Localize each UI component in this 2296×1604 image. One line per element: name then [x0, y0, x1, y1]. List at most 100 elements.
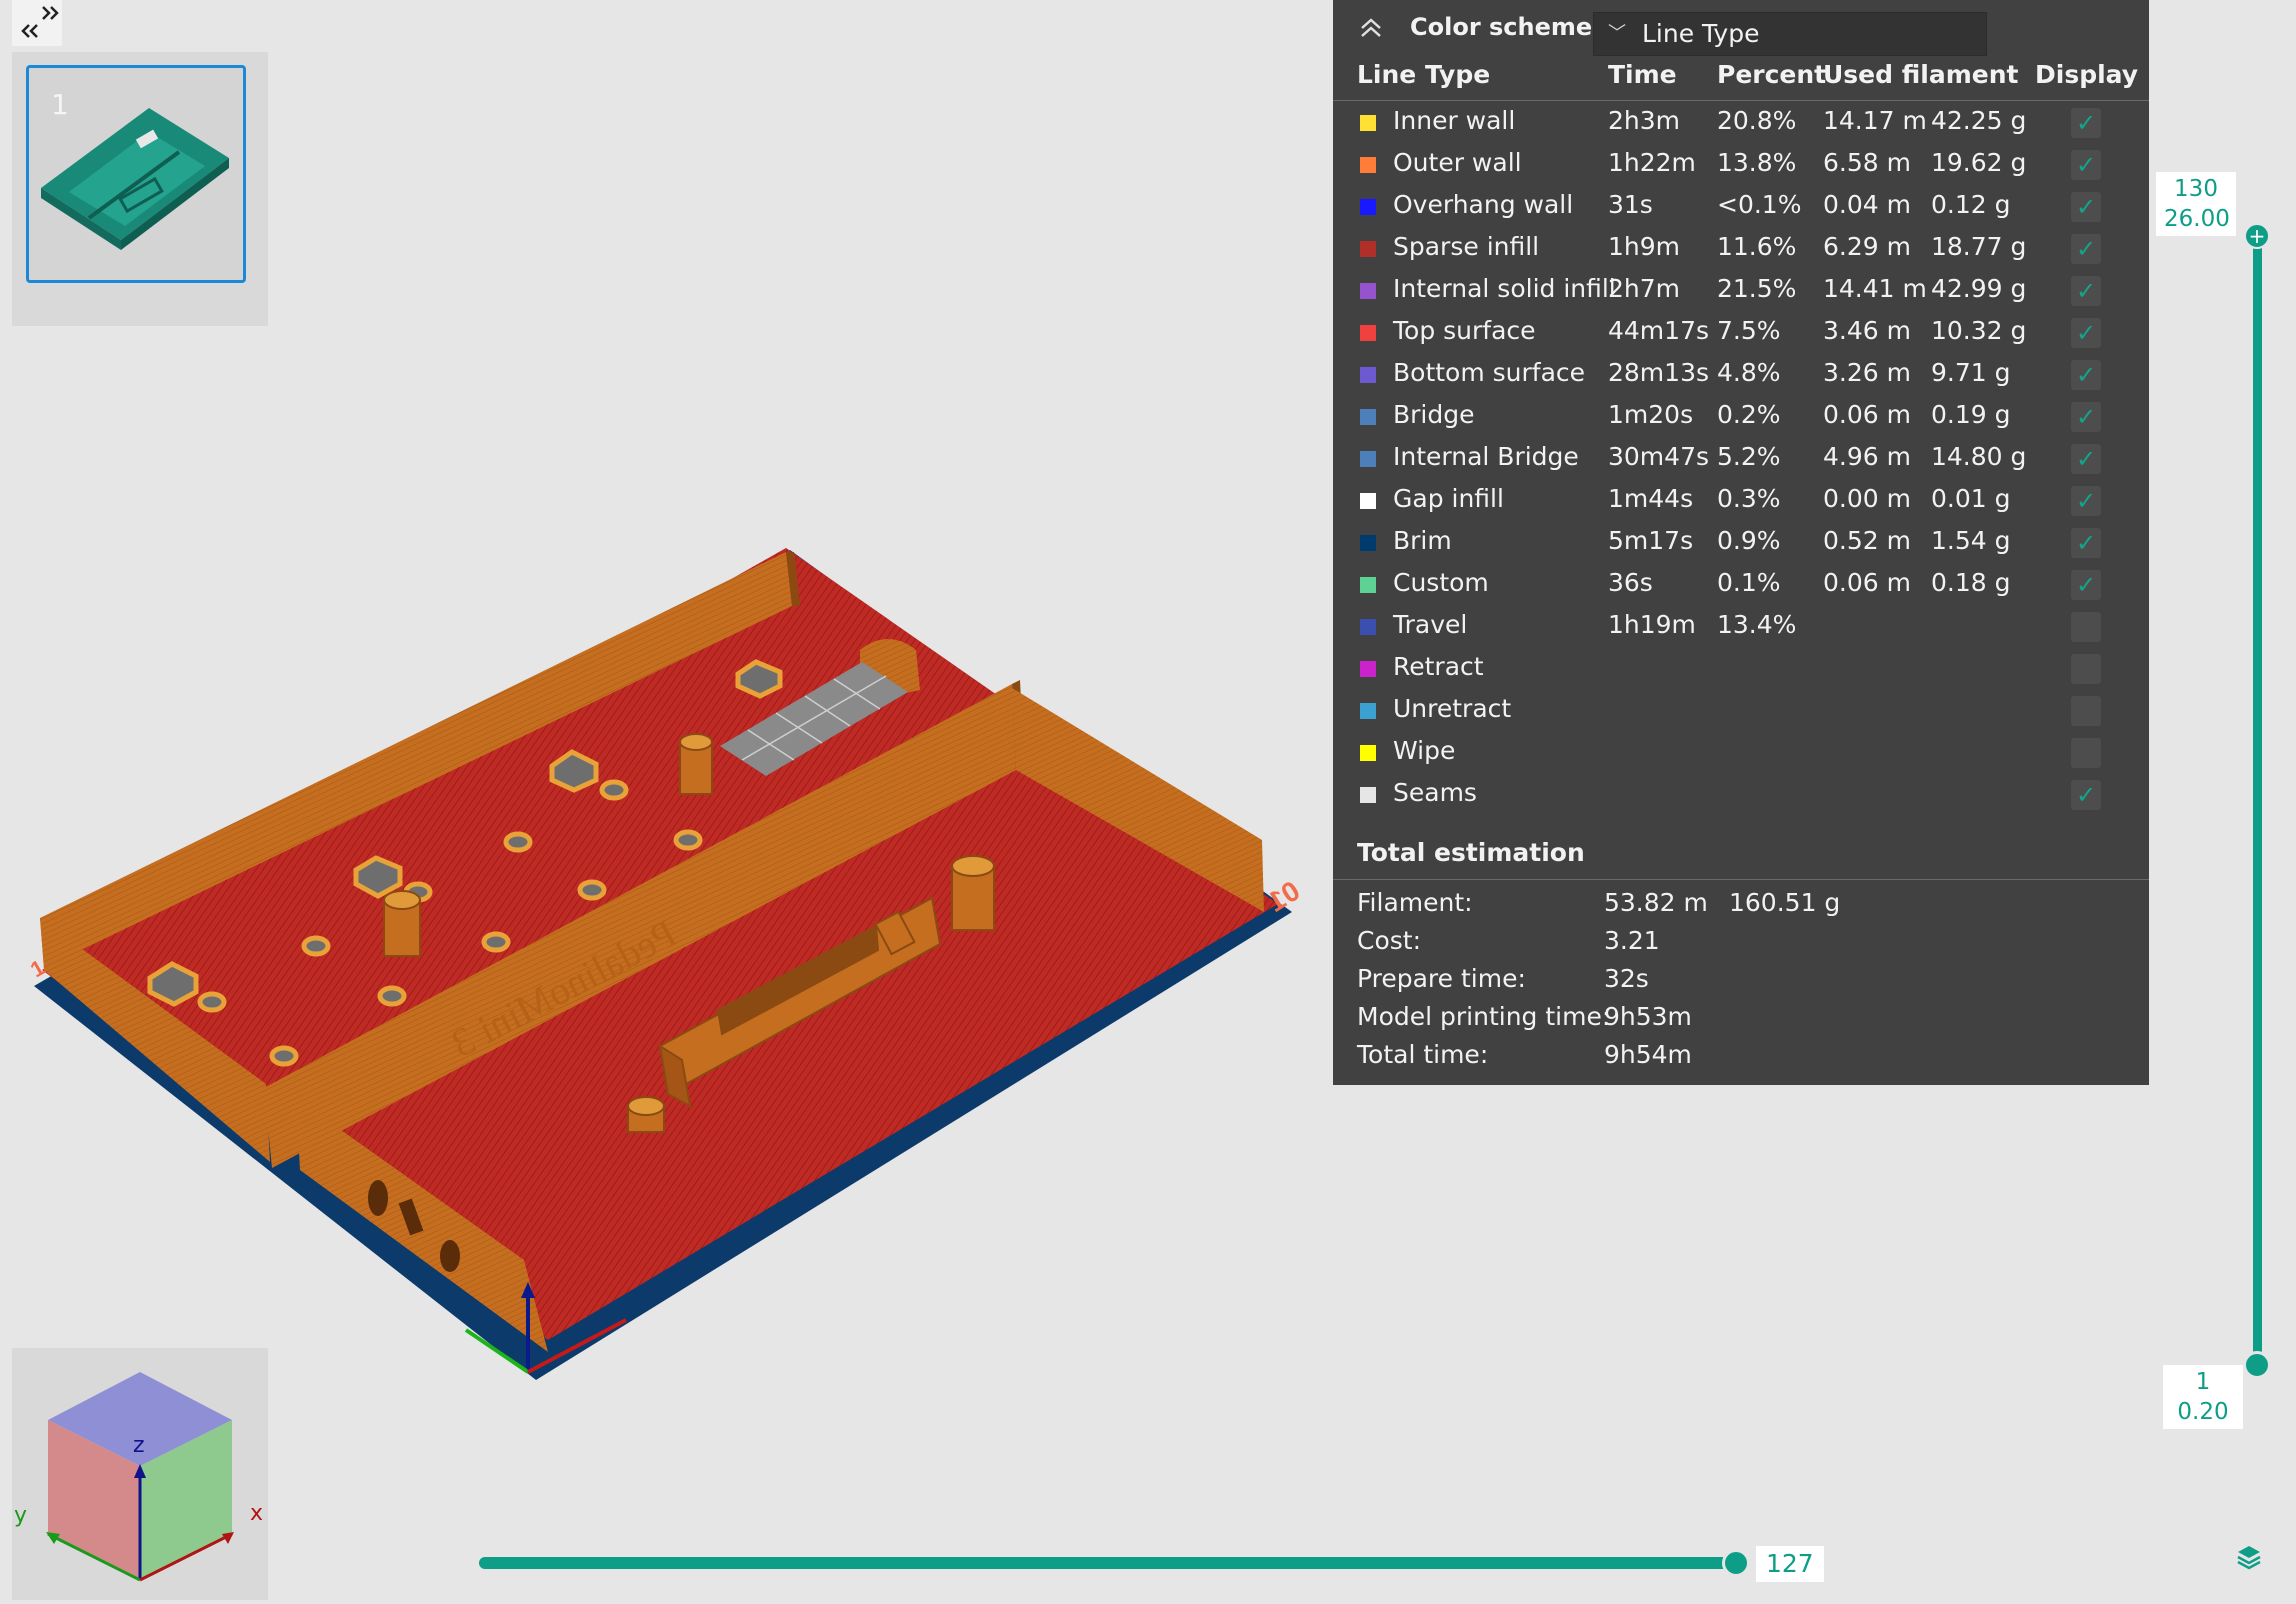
header-divider	[1333, 100, 2149, 101]
line-type-length: 14.41 m	[1823, 274, 1927, 303]
display-checkbox[interactable]: ✓	[2071, 192, 2101, 222]
line-type-name: Bridge	[1393, 400, 1475, 429]
legend-panel: Color scheme ﹀ Line Type Line Type Time …	[1333, 0, 2149, 1085]
display-checkbox[interactable]: ✓	[2071, 780, 2101, 810]
color-swatch	[1360, 283, 1376, 299]
line-type-name: Seams	[1393, 778, 1477, 807]
line-type-length: 0.06 m	[1823, 400, 1911, 429]
move-slider-value: 127	[1756, 1546, 1824, 1582]
legend-row[interactable]: Seams ✓	[1333, 774, 2149, 816]
legend-row[interactable]: Bottom surface 28m13s 4.8% 3.26 m 9.71 g ✓	[1333, 354, 2149, 396]
display-checkbox[interactable]: ✓	[2071, 444, 2101, 474]
legend-row[interactable]: Overhang wall 31s <0.1% 0.04 m 0.12 g ✓	[1333, 186, 2149, 228]
display-checkbox[interactable]: ✓	[2071, 150, 2101, 180]
total-key: Total time:	[1357, 1040, 1489, 1069]
line-type-name: Outer wall	[1393, 148, 1522, 177]
line-type-time: 28m13s	[1608, 358, 1710, 387]
line-type-percent: 0.9%	[1717, 526, 1781, 555]
total-value: 3.21	[1604, 926, 1660, 955]
line-type-percent: 5.2%	[1717, 442, 1781, 471]
move-slider-handle[interactable]	[1722, 1549, 1750, 1577]
collapse-up-icon[interactable]	[1357, 14, 1385, 42]
line-type-length: 6.29 m	[1823, 232, 1911, 261]
legend-row[interactable]: Sparse infill 1h9m 11.6% 6.29 m 18.77 g ✓	[1333, 228, 2149, 270]
line-type-length: 0.06 m	[1823, 568, 1911, 597]
display-checkbox[interactable]: ✓	[2071, 528, 2101, 558]
legend-row[interactable]: Retract	[1333, 648, 2149, 690]
layers-toggle-button[interactable]	[2234, 1542, 2264, 1572]
color-swatch	[1360, 787, 1376, 803]
header-display: Display	[2035, 60, 2139, 89]
display-checkbox[interactable]: ✓	[2071, 276, 2101, 306]
color-swatch	[1360, 241, 1376, 257]
legend-row[interactable]: Wipe	[1333, 732, 2149, 774]
line-type-percent: 0.1%	[1717, 568, 1781, 597]
color-scheme-select[interactable]: ﹀ Line Type	[1593, 12, 1987, 56]
navigation-cube[interactable]: z y x	[12, 1348, 268, 1600]
legend-row[interactable]: Brim 5m17s 0.9% 0.52 m 1.54 g ✓	[1333, 522, 2149, 564]
line-type-name: Inner wall	[1393, 106, 1516, 135]
color-swatch	[1360, 115, 1376, 131]
line-type-time: 1h22m	[1608, 148, 1696, 177]
color-swatch	[1360, 367, 1376, 383]
display-checkbox[interactable]	[2071, 696, 2101, 726]
total-value: 9h54m	[1604, 1040, 1692, 1069]
color-scheme-label: Color scheme	[1410, 13, 1593, 41]
line-type-name: Sparse infill	[1393, 232, 1540, 261]
line-type-time: 5m17s	[1608, 526, 1694, 555]
legend-row[interactable]: Travel 1h19m 13.4%	[1333, 606, 2149, 648]
total-estimation-title: Total estimation	[1357, 838, 1585, 867]
chevron-down-icon: ﹀	[1608, 23, 1626, 44]
line-type-length: 4.96 m	[1823, 442, 1911, 471]
display-checkbox[interactable]: ✓	[2071, 318, 2101, 348]
layer-slider-bottom-handle[interactable]	[2243, 1351, 2271, 1379]
display-checkbox[interactable]: ✓	[2071, 570, 2101, 600]
line-type-length: 0.00 m	[1823, 484, 1911, 513]
line-type-name: Travel	[1393, 610, 1468, 639]
line-type-percent: 21.5%	[1717, 274, 1797, 303]
legend-row[interactable]: Gap infill 1m44s 0.3% 0.00 m 0.01 g ✓	[1333, 480, 2149, 522]
total-row: Prepare time: 32s	[1333, 964, 2149, 1002]
layer-slider-track[interactable]	[2253, 236, 2262, 1364]
display-checkbox[interactable]	[2071, 612, 2101, 642]
display-checkbox[interactable]: ✓	[2071, 486, 2101, 516]
display-checkbox[interactable]: ✓	[2071, 402, 2101, 432]
legend-row[interactable]: Outer wall 1h22m 13.8% 6.58 m 19.62 g ✓	[1333, 144, 2149, 186]
move-slider-track[interactable]	[479, 1557, 1737, 1569]
color-swatch	[1360, 661, 1376, 677]
legend-row[interactable]: Top surface 44m17s 7.5% 3.46 m 10.32 g ✓	[1333, 312, 2149, 354]
axis-x-label: x	[250, 1501, 263, 1526]
line-type-percent: 0.3%	[1717, 484, 1781, 513]
display-checkbox[interactable]	[2071, 738, 2101, 768]
layer-slider-top-handle[interactable]: +	[2244, 223, 2270, 249]
header-line-type: Line Type	[1357, 60, 1491, 89]
legend-row[interactable]: Internal Bridge 30m47s 5.2% 4.96 m 14.80 g ✓	[1333, 438, 2149, 480]
line-type-time: 44m17s	[1608, 316, 1710, 345]
display-checkbox[interactable]: ✓	[2071, 360, 2101, 390]
header-used-filament: Used filament	[1823, 60, 2019, 89]
legend-row[interactable]: Custom 36s 0.1% 0.06 m 0.18 g ✓	[1333, 564, 2149, 606]
legend-row[interactable]: Internal solid infill 2h7m 21.5% 14.41 m 42.…	[1333, 270, 2149, 312]
color-swatch	[1360, 157, 1376, 173]
line-type-percent: 11.6%	[1717, 232, 1797, 261]
display-checkbox[interactable]: ✓	[2071, 108, 2101, 138]
legend-row[interactable]: Unretract	[1333, 690, 2149, 732]
line-type-time: 1h19m	[1608, 610, 1696, 639]
color-swatch	[1360, 577, 1376, 593]
total-key: Filament:	[1357, 888, 1473, 917]
line-type-weight: 14.80 g	[1931, 442, 2027, 471]
line-type-weight: 18.77 g	[1931, 232, 2027, 261]
line-type-time: 30m47s	[1608, 442, 1710, 471]
line-type-time: 1m44s	[1608, 484, 1694, 513]
total-divider	[1333, 879, 2149, 880]
legend-row[interactable]: Inner wall 2h3m 20.8% 14.17 m 42.25 g ✓	[1333, 102, 2149, 144]
line-type-percent: 7.5%	[1717, 316, 1781, 345]
legend-row[interactable]: Bridge 1m20s 0.2% 0.06 m 0.19 g ✓	[1333, 396, 2149, 438]
total-value: 9h53m	[1604, 1002, 1692, 1031]
total-row: Total time: 9h54m	[1333, 1040, 2149, 1078]
header-percent: Percent	[1717, 60, 1827, 89]
color-swatch	[1360, 451, 1376, 467]
display-checkbox[interactable]	[2071, 654, 2101, 684]
line-type-weight: 0.19 g	[1931, 400, 2011, 429]
display-checkbox[interactable]: ✓	[2071, 234, 2101, 264]
